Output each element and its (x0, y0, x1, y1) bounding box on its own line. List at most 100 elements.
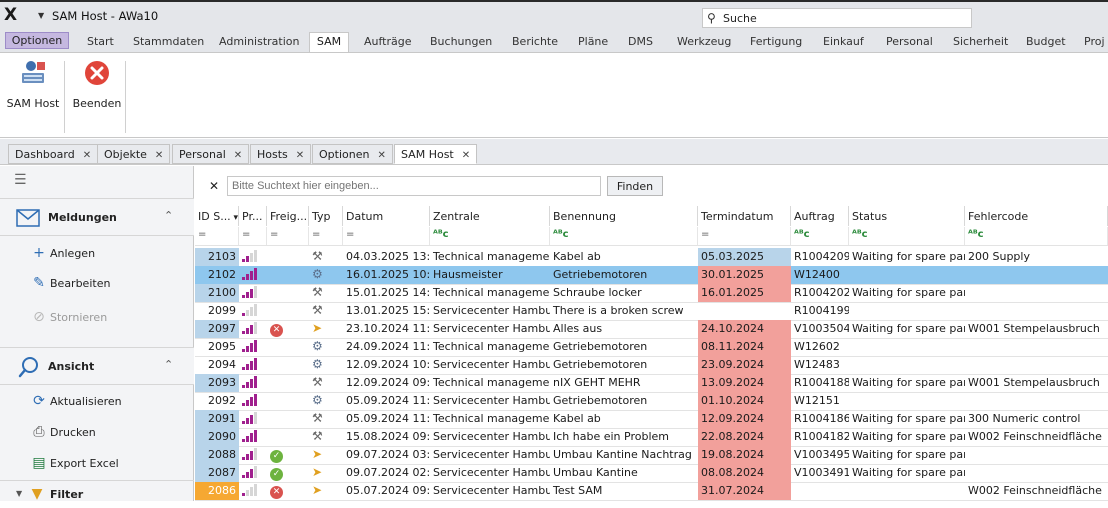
priority-bar (242, 457, 245, 460)
tab-personal[interactable]: Personal ✕ (172, 144, 250, 164)
col-fehlercode-header[interactable]: Fehlercode (965, 206, 1108, 226)
clear-search-icon[interactable]: ✕ (209, 179, 219, 193)
col-prio-header[interactable]: Pr... (239, 206, 267, 226)
table-row[interactable]: 2102 ⚙ 16.01.2025 10:...HausmeisterGetrieb… (195, 266, 1108, 284)
table-row[interactable]: 2095 ⚙ 24.09.2024 11:...Technical manageme… (195, 338, 1108, 356)
menu-item-werkzeug[interactable]: Werkzeug (677, 35, 731, 48)
col-benennung-filter[interactable]: ᴬᴮc (550, 227, 698, 245)
col-fehlercode-filter[interactable]: ᴬᴮc (965, 227, 1108, 245)
col-zentrale-filter[interactable]: ᴬᴮc (430, 227, 550, 245)
priority-bar (254, 376, 257, 388)
table-row[interactable]: 2103 ⚒ 04.03.2025 13:...Technical manageme… (195, 248, 1108, 266)
sidebar-item-bearbeiten[interactable]: ✎ Bearbeiten (0, 270, 194, 298)
table-row[interactable]: 2091 ⚒ 05.09.2024 11:...Technical manageme… (195, 410, 1108, 428)
col-auftrag-filter[interactable]: ᴬᴮc (791, 227, 849, 245)
sidebar-item-export-excel[interactable]: ▤ Export Excel (0, 450, 194, 478)
table-row[interactable]: 2099 ⚒ 13.01.2025 15:...Servicecenter Hamb… (195, 302, 1108, 320)
menu-item-berichte[interactable]: Berichte (512, 35, 558, 48)
row-freigabe: ✕ (267, 482, 309, 500)
menu-item-proj[interactable]: Proj (1084, 35, 1105, 48)
col-id-header[interactable]: ID S... ▾ (195, 206, 239, 226)
menu-item-fertigung[interactable]: Fertigung (750, 35, 802, 48)
row-zentrale: Technical management (433, 412, 550, 425)
table-row[interactable]: 2088 ✓ ➤ 09.07.2024 03:...Servicecenter Ham… (195, 446, 1108, 464)
collapse-icon[interactable]: ⌃ (164, 209, 173, 222)
section-meldungen[interactable]: Meldungen ⌃ (0, 198, 194, 236)
menu-item-sicherheit[interactable]: Sicherheit (953, 35, 1008, 48)
global-search[interactable]: ⚲ Suche (702, 8, 972, 28)
row-typ: ⚙ (309, 338, 343, 356)
close-icon[interactable]: ✕ (155, 150, 163, 161)
menu-item-dms[interactable]: DMS (628, 35, 653, 48)
menu-item-auftraege[interactable]: Aufträge (364, 35, 412, 48)
close-icon[interactable]: ✕ (83, 150, 91, 161)
table-row[interactable]: 2100 ⚒ 15.01.2025 14:...Technical manageme… (195, 284, 1108, 302)
menu-item-buchungen[interactable]: Buchungen (430, 35, 492, 48)
menu-item-personal[interactable]: Personal (886, 35, 933, 48)
plus-icon: + (33, 245, 45, 261)
beenden-button[interactable]: Beenden (68, 57, 126, 127)
col-datum-filter[interactable]: = (343, 227, 430, 245)
col-typ-header[interactable]: Typ (309, 206, 343, 226)
sidebar-item-aktualisieren[interactable]: ⟳ Aktualisieren (0, 388, 194, 416)
sort-desc-icon[interactable]: ▾ (231, 213, 238, 223)
menu-item-stammdaten[interactable]: Stammdaten (133, 35, 204, 48)
sam-host-button[interactable]: SAM Host (4, 57, 62, 127)
tab-sam-host[interactable]: SAM Host ✕ (394, 144, 478, 164)
col-termindatum-filter[interactable]: = (698, 227, 791, 245)
chevron-down-icon[interactable]: ▼ (38, 11, 44, 20)
col-status-filter[interactable]: ᴬᴮc (849, 227, 965, 245)
tab-optionen[interactable]: Optionen ✕ (312, 144, 393, 164)
tab-objekte[interactable]: Objekte ✕ (97, 144, 171, 164)
col-benennung-header[interactable]: Benennung (550, 206, 698, 226)
row-fehlercode: W001 Stempelausbruch (968, 376, 1100, 389)
priority-bar (254, 394, 257, 406)
tab-dashboard[interactable]: Dashboard ✕ (8, 144, 99, 164)
table-row[interactable]: 2093 ⚒ 12.09.2024 09:...Technical manageme… (195, 374, 1108, 392)
search-input[interactable] (227, 176, 601, 196)
close-icon[interactable]: ✕ (296, 150, 304, 161)
table-row[interactable]: 2086 ✕ ➤ 05.07.2024 09:...Servicecenter Ham… (195, 482, 1108, 500)
section-ansicht[interactable]: Ansicht ⌃ (0, 347, 194, 385)
col-id-filter[interactable]: = (195, 227, 239, 245)
x-logo-icon[interactable]: X (4, 5, 24, 25)
col-termindatum-header[interactable]: Termindatum (698, 206, 791, 226)
row-status (849, 356, 965, 374)
col-freig-header[interactable]: Freig... (267, 206, 309, 226)
table-row[interactable]: 2090 ⚒ 15.08.2024 09:...Servicecenter Hamb… (195, 428, 1108, 446)
priority-bar (254, 304, 257, 316)
table-row[interactable]: 2094 ⚙ 12.09.2024 10:...Servicecenter Hamb… (195, 356, 1108, 374)
table-row[interactable]: 2087 ✓ ➤ 09.07.2024 02:...Servicecenter Ham… (195, 464, 1108, 482)
collapse-icon[interactable]: ⌃ (164, 358, 173, 371)
section-filter[interactable]: ▼ ▼ Filter (0, 480, 194, 508)
close-icon[interactable]: ✕ (377, 150, 385, 161)
priority-bar (242, 403, 245, 406)
col-freig-filter[interactable]: = (267, 227, 309, 245)
tab-hosts[interactable]: Hosts ✕ (250, 144, 312, 164)
row-benennung: Alles aus (553, 322, 603, 335)
sidebar-item-anlegen[interactable]: + Anlegen (0, 240, 194, 268)
col-typ-filter[interactable]: = (309, 227, 343, 245)
find-button[interactable]: Finden (607, 176, 663, 196)
row-typ: ⚒ (309, 248, 343, 266)
close-icon[interactable]: ✕ (462, 150, 470, 161)
col-datum-header[interactable]: Datum (343, 206, 430, 226)
col-status-header[interactable]: Status (849, 206, 965, 226)
menu-item-budget[interactable]: Budget (1026, 35, 1066, 48)
table-row[interactable]: 2092 ⚙ 05.09.2024 11:...Servicecenter Hamb… (195, 392, 1108, 410)
menu-item-start[interactable]: Start (87, 35, 114, 48)
sidebar-item-stornieren[interactable]: ⊘ Stornieren (0, 304, 194, 332)
menu-item-sam[interactable]: SAM (309, 32, 349, 54)
menu-item-administration[interactable]: Administration (219, 35, 300, 48)
menu-item-plaene[interactable]: Pläne (578, 35, 608, 48)
sidebar-item-drucken[interactable]: ⎙ Drucken (0, 419, 194, 447)
menu-item-einkauf[interactable]: Einkauf (823, 35, 864, 48)
menu-item-optionen[interactable]: Optionen (5, 32, 69, 49)
col-prio-filter[interactable]: = (239, 227, 267, 245)
table-row[interactable]: 2097 ✕ ➤ 23.10.2024 11:...Servicecenter Ham… (195, 320, 1108, 338)
close-icon[interactable]: ✕ (234, 150, 242, 161)
col-zentrale-header[interactable]: Zentrale (430, 206, 550, 226)
row-auftrag: V1003491 (794, 466, 849, 479)
col-auftrag-header[interactable]: Auftrag (791, 206, 849, 226)
hamburger-icon[interactable]: ☰ (14, 172, 27, 188)
